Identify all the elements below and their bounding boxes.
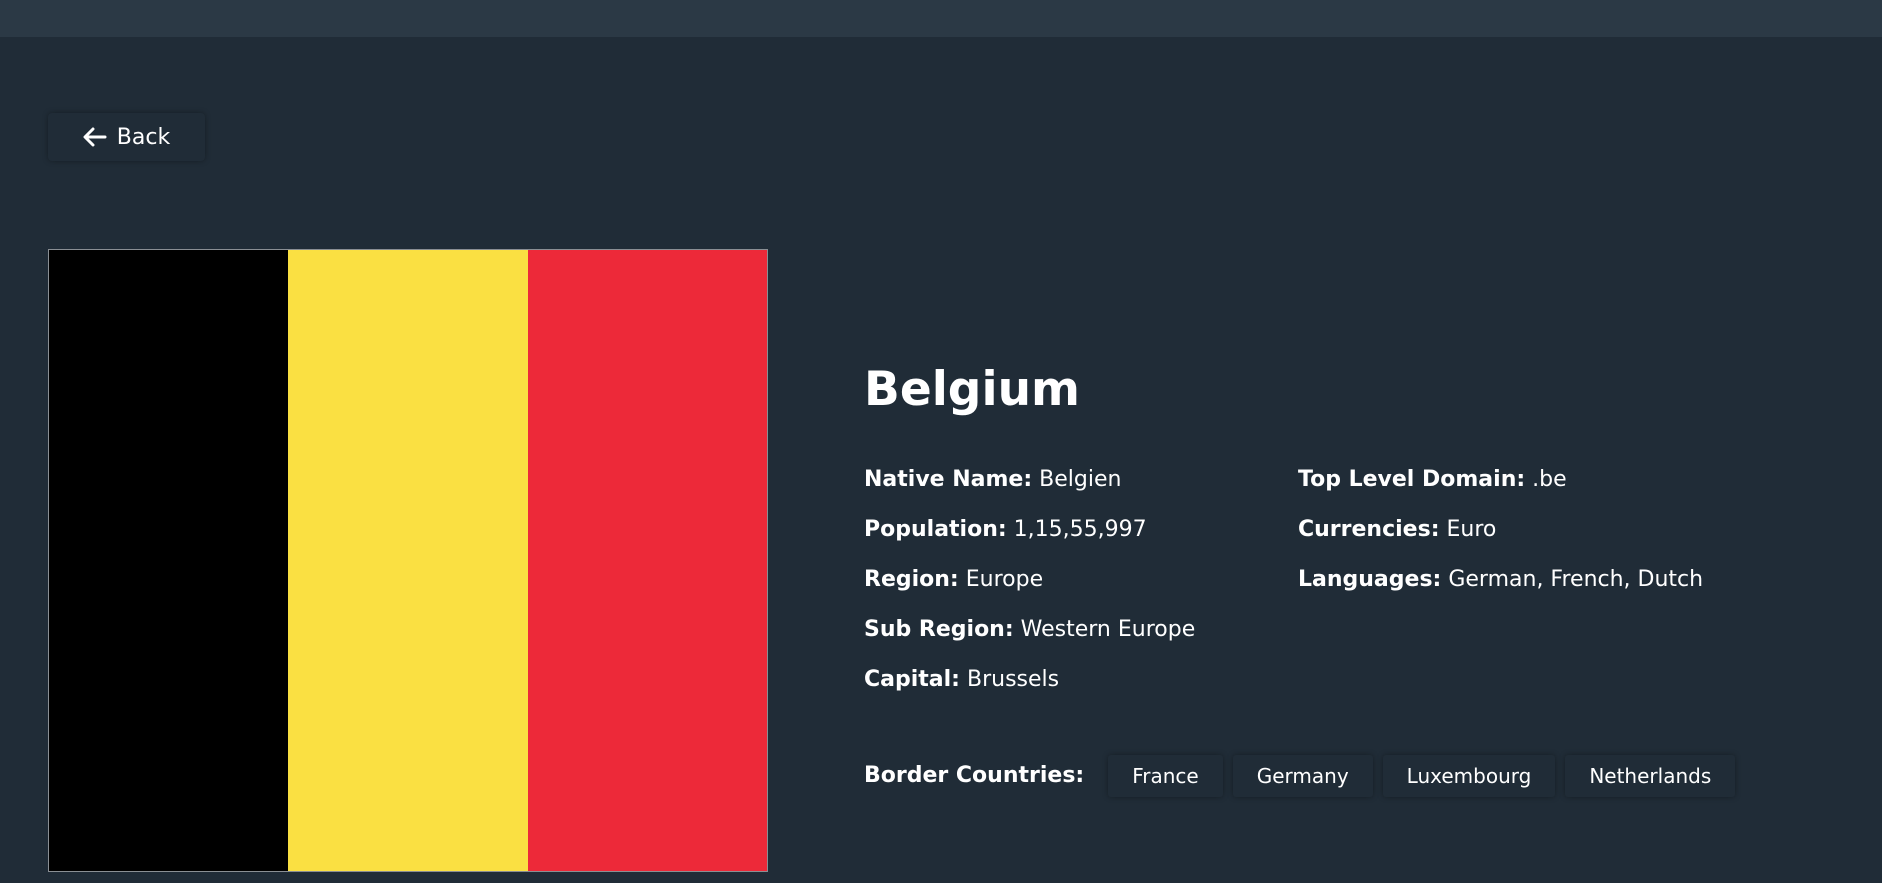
country-flag-image	[48, 249, 768, 872]
field-value: Western Europe	[1020, 617, 1196, 642]
field-label: Top Level Domain:	[1298, 467, 1526, 492]
sub-region-row: Sub Region: Western Europe	[864, 605, 1294, 655]
back-button[interactable]: Back	[48, 113, 205, 161]
field-label: Currencies:	[1298, 517, 1440, 542]
info-column-primary: Native Name: Belgien Population: 1,15,55…	[864, 455, 1294, 705]
info-column-secondary: Top Level Domain: .be Currencies: Euro L…	[1298, 455, 1728, 605]
capital-row: Capital: Brussels	[864, 655, 1294, 705]
field-label: Languages:	[1298, 567, 1442, 592]
field-value: Euro	[1446, 517, 1497, 542]
field-value: Belgien	[1039, 467, 1122, 492]
flag-stripe-red	[527, 250, 767, 871]
field-label: Native Name:	[864, 467, 1033, 492]
population-row: Population: 1,15,55,997	[864, 505, 1294, 555]
border-country-button-netherlands[interactable]: Netherlands	[1565, 755, 1736, 797]
border-country-button-germany[interactable]: Germany	[1232, 755, 1373, 797]
field-label: Population:	[864, 517, 1007, 542]
border-countries: Border Countries: France Germany Luxembo…	[864, 755, 1745, 797]
region-row: Region: Europe	[864, 555, 1294, 605]
field-label: Sub Region:	[864, 617, 1014, 642]
flag-stripe-black	[49, 250, 289, 871]
currencies-row: Currencies: Euro	[1298, 505, 1728, 555]
back-button-label: Back	[116, 124, 171, 150]
field-value: Europe	[965, 567, 1044, 592]
field-label: Capital:	[864, 667, 960, 692]
top-level-domain-row: Top Level Domain: .be	[1298, 455, 1728, 505]
country-name: Belgium	[864, 362, 1080, 417]
field-value: German, French, Dutch	[1448, 567, 1704, 592]
languages-row: Languages: German, French, Dutch	[1298, 555, 1728, 605]
top-header-bar	[0, 0, 1882, 37]
field-value: Brussels	[966, 667, 1060, 692]
country-detail: Belgium Native Name: Belgien Population:…	[864, 355, 1736, 797]
field-value: .be	[1532, 467, 1567, 492]
flag-stripe-yellow	[288, 250, 528, 871]
native-name-row: Native Name: Belgien	[864, 455, 1294, 505]
field-value: 1,15,55,997	[1013, 517, 1147, 542]
border-countries-label: Border Countries:	[864, 763, 1085, 788]
arrow-left-icon	[83, 127, 107, 147]
border-country-button-france[interactable]: France	[1108, 755, 1223, 797]
field-label: Region:	[864, 567, 959, 592]
border-country-button-luxembourg[interactable]: Luxembourg	[1382, 755, 1556, 797]
